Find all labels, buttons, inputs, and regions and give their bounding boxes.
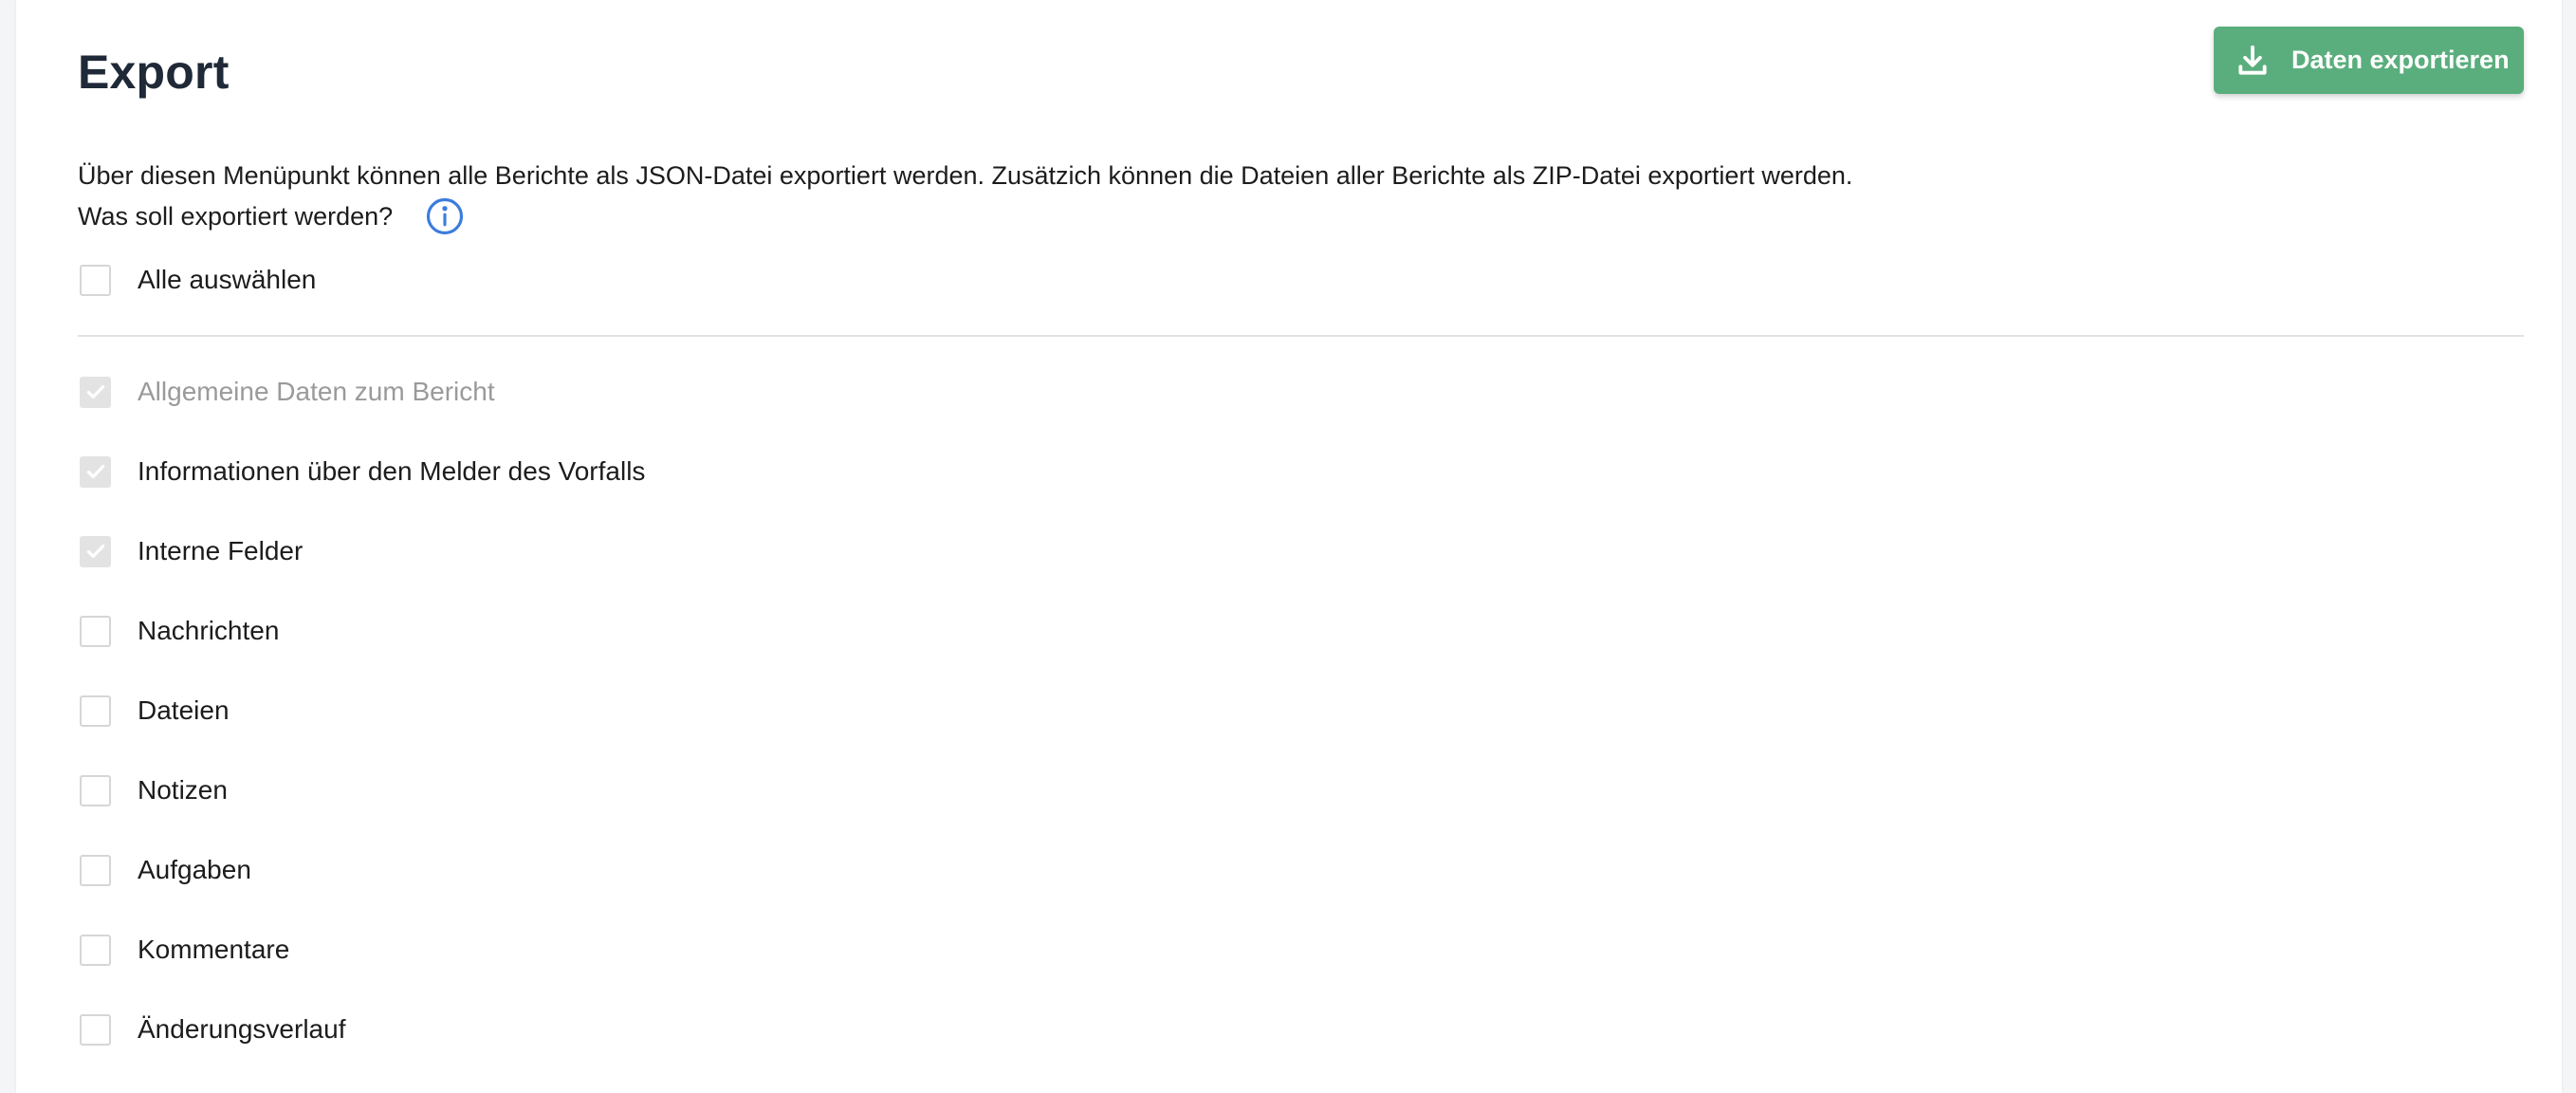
export-option-label[interactable]: Informationen über den Melder des Vorfal… bbox=[138, 456, 645, 487]
checkmark-icon bbox=[86, 384, 104, 399]
export-option-row[interactable]: Kommentare bbox=[80, 931, 289, 969]
export-option-label[interactable]: Dateien bbox=[138, 695, 230, 726]
export-option-label[interactable]: Aufgaben bbox=[138, 855, 251, 885]
download-icon bbox=[2235, 43, 2271, 79]
export-option-label[interactable]: Änderungsverlauf bbox=[138, 1014, 345, 1045]
export-data-button[interactable]: Daten exportieren bbox=[2214, 27, 2524, 94]
export-option-row: Allgemeine Daten zum Bericht bbox=[80, 373, 495, 411]
export-description: Über diesen Menüpunkt können alle Berich… bbox=[78, 161, 1853, 190]
export-option-row[interactable]: Notizen bbox=[80, 771, 228, 809]
checkmark-icon bbox=[86, 464, 104, 479]
checkmark-icon bbox=[86, 544, 104, 559]
export-option-checkbox[interactable] bbox=[80, 1013, 111, 1046]
export-option-label[interactable]: Notizen bbox=[138, 775, 228, 806]
export-question: Was soll exportiert werden? bbox=[78, 202, 394, 231]
export-button-label: Daten exportieren bbox=[2291, 46, 2510, 74]
export-option-checkbox[interactable] bbox=[80, 535, 111, 567]
export-option-checkbox[interactable] bbox=[80, 854, 111, 886]
export-panel: Export Daten exportieren Über diesen Men… bbox=[16, 0, 2562, 1093]
export-option-row[interactable]: Interne Felder bbox=[80, 532, 303, 570]
export-option-label[interactable]: Nachrichten bbox=[138, 616, 279, 646]
export-option-label: Allgemeine Daten zum Bericht bbox=[138, 377, 495, 406]
export-option-row[interactable]: Nachrichten bbox=[80, 612, 279, 650]
export-option-label[interactable]: Interne Felder bbox=[138, 536, 303, 566]
info-icon[interactable] bbox=[425, 196, 465, 236]
export-option-checkbox bbox=[80, 376, 111, 408]
export-option-label[interactable]: Kommentare bbox=[138, 935, 289, 965]
export-option-row[interactable]: Änderungsverlauf bbox=[80, 1010, 345, 1048]
page-title: Export bbox=[78, 46, 230, 99]
export-option-checkbox[interactable] bbox=[80, 615, 111, 647]
export-option-row[interactable]: Aufgaben bbox=[80, 851, 251, 889]
select-all-row[interactable]: Alle auswählen bbox=[80, 261, 316, 299]
export-option-checkbox[interactable] bbox=[80, 774, 111, 806]
export-option-checkbox[interactable] bbox=[80, 934, 111, 966]
export-option-checkbox[interactable] bbox=[80, 695, 111, 727]
export-option-row[interactable]: Informationen über den Melder des Vorfal… bbox=[80, 453, 645, 491]
export-option-checkbox[interactable] bbox=[80, 455, 111, 488]
export-option-row[interactable]: Dateien bbox=[80, 692, 230, 730]
select-all-label[interactable]: Alle auswählen bbox=[138, 265, 316, 295]
export-question-row: Was soll exportiert werden? bbox=[78, 196, 465, 236]
divider bbox=[78, 335, 2524, 337]
select-all-checkbox[interactable] bbox=[80, 264, 111, 296]
